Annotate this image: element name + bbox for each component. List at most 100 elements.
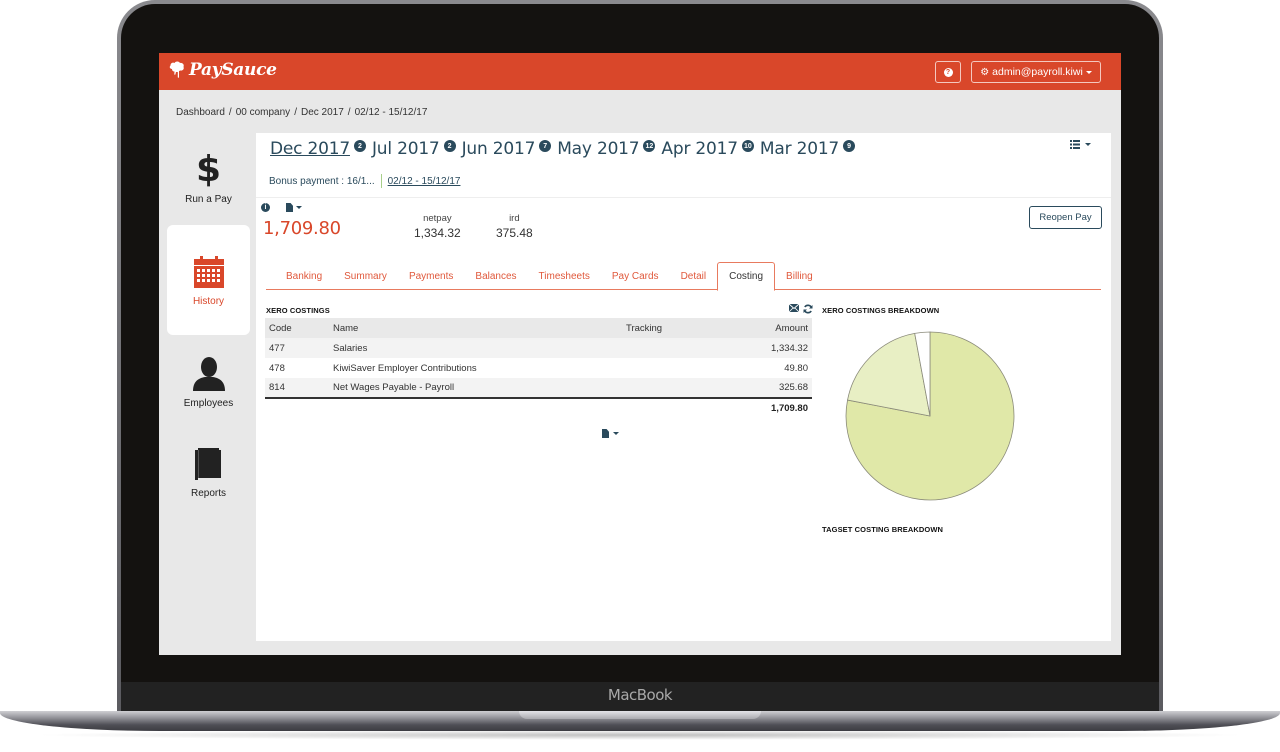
tab-pay-cards[interactable]: Pay Cards (601, 262, 670, 290)
table-tools (789, 304, 813, 314)
chevron-down-icon (613, 432, 619, 435)
pay-tabs: Banking Summary Payments Balances Timesh… (266, 262, 1101, 291)
ird-stat: ird 375.48 (496, 213, 533, 240)
sidebar-item-label: History (192, 295, 225, 307)
column-header-name: Name (333, 322, 359, 334)
sauce-splat-icon (169, 61, 184, 78)
tab-banking[interactable]: Banking (275, 262, 333, 290)
breadcrumb-item[interactable]: Dec 2017 (301, 107, 344, 118)
list-view-toggle[interactable] (1070, 140, 1091, 149)
tab-detail[interactable]: Detail (670, 262, 718, 290)
person-icon (192, 356, 225, 391)
table-total-row: 1,709.80 (265, 398, 812, 418)
pay-run-bonus[interactable]: Bonus payment : 16/1... (269, 176, 375, 187)
period-label: Dec 2017 (270, 139, 350, 159)
tab-costing[interactable]: Costing (717, 262, 776, 291)
netpay-stat: netpay 1,334.32 (414, 213, 461, 240)
top-navbar: PaySauce ? ⚙ admin@payroll.kiwi (159, 53, 1121, 90)
breadcrumb-item[interactable]: 00 company (236, 107, 290, 118)
period-label: Jul 2017 (371, 139, 440, 159)
help-button[interactable]: ? (935, 61, 961, 83)
laptop-shadow (30, 730, 1250, 740)
envelope-icon[interactable] (789, 304, 799, 312)
user-menu-button[interactable]: ⚙ admin@payroll.kiwi (971, 61, 1101, 83)
netpay-label: netpay (423, 213, 452, 224)
laptop-notch (519, 711, 761, 719)
period-label: Apr 2017 (661, 139, 738, 159)
period-label: Jun 2017 (461, 139, 536, 159)
calendar-icon (193, 255, 224, 288)
period-mar-2017[interactable]: Mar 2017 9 (760, 139, 856, 159)
cell-code: 478 (269, 362, 285, 374)
cell-amount: 1,334.32 (771, 342, 808, 354)
sidebar-item-label: Reports (190, 487, 226, 499)
tab-payments[interactable]: Payments (398, 262, 464, 290)
tab-balances[interactable]: Balances (464, 262, 527, 290)
empty-cell (622, 398, 742, 418)
sidebar-item-reports[interactable]: Reports (167, 429, 250, 515)
cell-code: 814 (265, 378, 329, 399)
refresh-icon[interactable] (803, 304, 813, 314)
column-header-amount: Amount (775, 322, 808, 334)
tab-summary[interactable]: Summary (333, 262, 398, 290)
table-header-row: Code Name Tracking Amount (265, 318, 812, 338)
sidebar-item-history[interactable]: History (167, 225, 250, 335)
tagset-breakdown-title: TAGSET COSTING BREAKDOWN (822, 525, 944, 534)
chevron-down-icon (1085, 70, 1092, 74)
period-jun-2017[interactable]: Jun 2017 7 (462, 139, 552, 159)
cell-tracking (622, 378, 742, 399)
xero-costings-table: Code Name Tracking Amount 477 Salaries 1… (265, 318, 812, 418)
table-export-dropdown[interactable] (602, 429, 619, 438)
question-circle-icon: ? (943, 67, 953, 77)
info-icon[interactable]: i (261, 203, 270, 212)
book-icon (194, 447, 221, 480)
xero-costings-pie-chart (845, 331, 1015, 501)
period-label: May 2017 (557, 139, 640, 159)
cell-amount: 325.68 (742, 378, 812, 399)
chevron-down-icon (296, 206, 302, 209)
empty-cell (329, 398, 622, 418)
sidebar-item-label: Employees (183, 397, 234, 409)
reopen-pay-button[interactable]: Reopen Pay (1029, 206, 1102, 229)
app-screen: PaySauce ? ⚙ admin@payroll.kiwi Dashboar… (159, 53, 1121, 655)
sidebar-item-employees[interactable]: Employees (167, 339, 250, 425)
pay-run-current[interactable]: 02/12 - 15/12/17 (388, 176, 461, 187)
breadcrumb-item[interactable]: Dashboard (176, 107, 225, 118)
period-may-2017[interactable]: May 2017 12 (557, 139, 656, 159)
file-icon (602, 429, 609, 438)
breadcrumb-separator: / (347, 107, 351, 118)
list-icon (1070, 140, 1080, 149)
table-row: 477 Salaries 1,334.32 (265, 338, 812, 358)
tab-billing[interactable]: Billing (775, 262, 824, 290)
export-dropdown[interactable] (286, 203, 302, 212)
cell-name: KiwiSaver Employer Contributions (333, 362, 477, 374)
empty-cell (265, 398, 329, 418)
chevron-down-icon (1085, 143, 1091, 146)
breadcrumb-item: 02/12 - 15/12/17 (354, 107, 428, 118)
device-brand-label: MacBook (607, 686, 673, 704)
count-badge: 2 (353, 140, 366, 152)
count-badge: 9 (843, 140, 856, 152)
sidebar-item-run-a-pay[interactable]: $ Run a Pay (167, 135, 250, 221)
main-panel: Dec 2017 2 Jul 2017 2 Jun 2017 7 May 2017 12… (256, 133, 1111, 641)
app-name: PaySauce (189, 60, 277, 80)
tab-timesheets[interactable]: Timesheets (528, 262, 601, 290)
app-logo[interactable]: PaySauce (169, 60, 277, 80)
period-jul-2017[interactable]: Jul 2017 2 (372, 139, 456, 159)
xero-costings-title: XERO COSTINGS (266, 306, 330, 315)
pay-total: 1,709.80 (263, 218, 341, 239)
cell-amount: 49.80 (784, 362, 808, 374)
gear-icon: ⚙ (980, 66, 990, 78)
cell-tracking (622, 338, 742, 358)
user-email: admin@payroll.kiwi (992, 66, 1083, 78)
period-apr-2017[interactable]: Apr 2017 10 (661, 139, 754, 159)
period-dec-2017[interactable]: Dec 2017 2 (270, 139, 366, 159)
sidebar-item-label: Run a Pay (185, 193, 232, 205)
count-badge: 7 (539, 140, 552, 152)
file-icon (286, 203, 293, 212)
table-row: 478 KiwiSaver Employer Contributions 49.… (265, 358, 812, 378)
ird-value: 375.48 (496, 226, 533, 240)
xero-breakdown-title: XERO COSTINGS BREAKDOWN (822, 306, 940, 315)
sidebar: $ Run a Pay History Employees Reports (167, 135, 250, 519)
breadcrumb-separator: / (228, 107, 232, 118)
